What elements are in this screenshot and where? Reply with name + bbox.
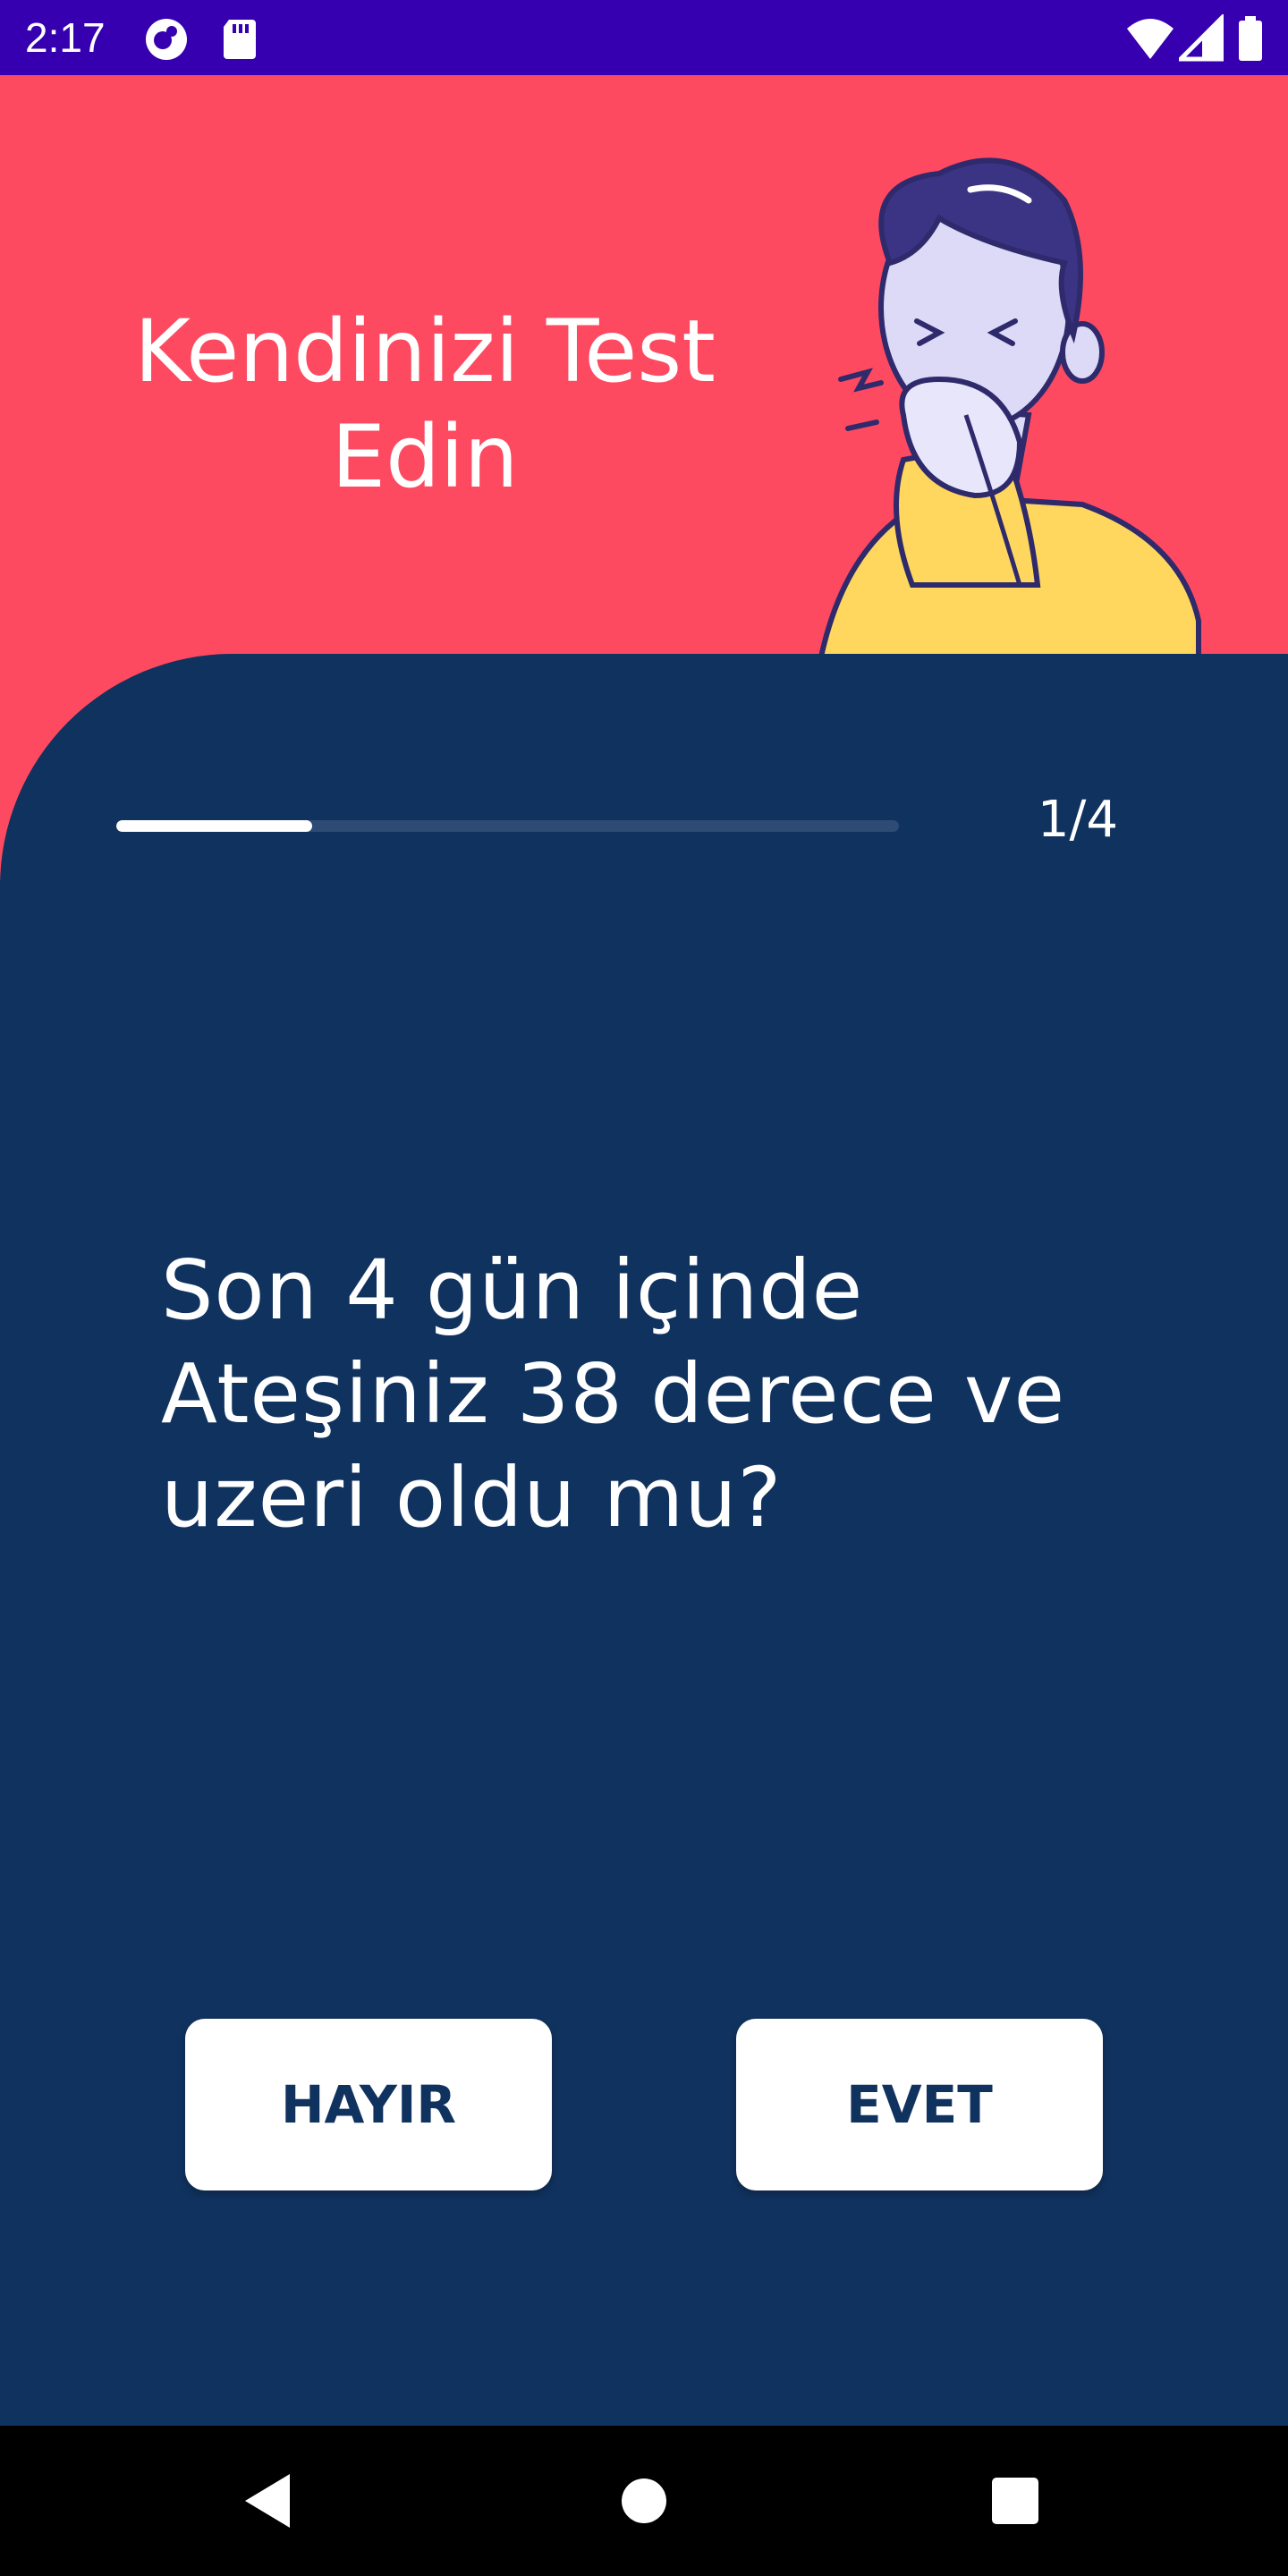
coughing-man-illustration (808, 157, 1201, 728)
hero-title: Kendinizi Test Edin (134, 301, 716, 507)
yes-button[interactable]: EVET (736, 2019, 1103, 2190)
question-text: Son 4 gün içinde Ateşiniz 38 derece ve u… (161, 1242, 1066, 1546)
signal-icon (1179, 14, 1224, 62)
battery-icon (1239, 16, 1262, 61)
back-icon[interactable] (234, 2465, 306, 2537)
status-bar: 2:17 (0, 0, 1288, 75)
app-notification-icon (146, 19, 187, 60)
no-button[interactable]: HAYIR (185, 2019, 552, 2190)
progress-bar (116, 820, 899, 832)
status-time: 2:17 (25, 14, 106, 61)
navigation-bar (0, 2426, 1288, 2576)
home-icon[interactable] (608, 2465, 680, 2537)
step-counter: 1/4 (1037, 791, 1118, 849)
recents-icon[interactable] (979, 2465, 1051, 2537)
progress-bar-fill (116, 820, 312, 832)
sd-card-icon (224, 20, 256, 59)
wifi-icon (1127, 19, 1174, 59)
